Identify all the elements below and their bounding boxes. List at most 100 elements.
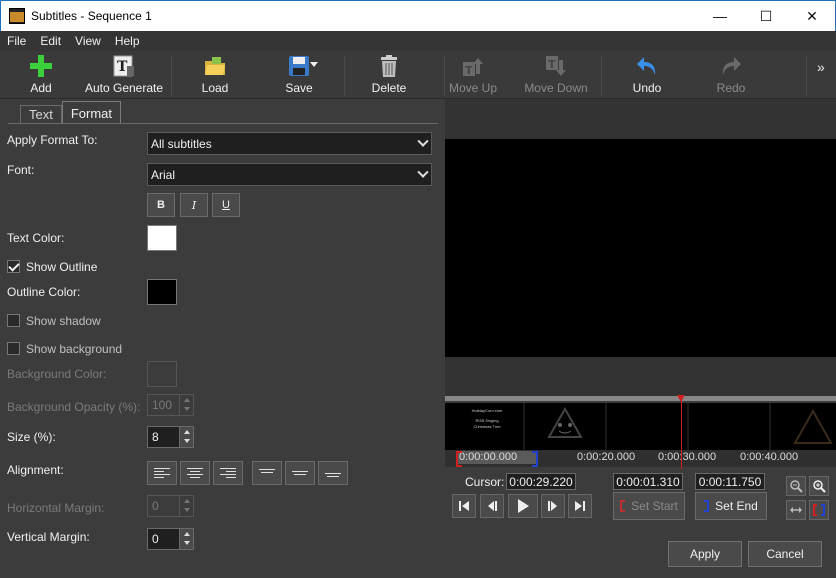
load-button[interactable]: Load: [196, 53, 234, 97]
svg-text:T: T: [465, 64, 473, 77]
menu-help[interactable]: Help: [108, 34, 147, 48]
cancel-button[interactable]: Cancel: [748, 541, 822, 567]
bold-button[interactable]: B: [147, 193, 175, 217]
thumbnail-strip[interactable]: HolidayCoro.com RGB Singing Christmas Tr…: [445, 403, 836, 450]
go-to-end-button[interactable]: [568, 494, 592, 518]
save-button[interactable]: Save: [280, 53, 318, 97]
auto-generate-button[interactable]: T Auto Generate: [84, 53, 164, 97]
alignment-label: Alignment:: [7, 463, 64, 477]
delete-button[interactable]: Delete: [370, 53, 408, 97]
zoom-fit-button[interactable]: [786, 500, 806, 520]
toolbar-separator: [444, 56, 445, 96]
background-opacity-spinner: 100: [147, 394, 194, 416]
zoom-out-button[interactable]: [786, 476, 806, 496]
ruler-label-start: 0:00:00.000: [459, 451, 518, 463]
folder-icon: [203, 54, 227, 78]
title-bar: Subtitles - Sequence 1 — ☐ ✕: [0, 0, 836, 31]
show-shadow-label: Show shadow: [26, 314, 101, 328]
tab-format[interactable]: Format: [61, 101, 122, 124]
vertical-margin-spinner[interactable]: 0: [147, 528, 194, 550]
end-time-field[interactable]: 0:00:11.750: [695, 473, 765, 490]
app-film-icon: [9, 8, 25, 24]
align-middle-button[interactable]: [285, 461, 315, 485]
move-down-button[interactable]: T Move Down: [522, 53, 590, 97]
playhead-handle[interactable]: [677, 395, 685, 402]
start-time-field[interactable]: 0:00:01.310: [613, 473, 683, 490]
playhead-line[interactable]: [681, 397, 682, 469]
undo-button[interactable]: Undo: [628, 53, 666, 97]
set-end-label: Set End: [715, 499, 758, 513]
spinner-arrows-icon: [179, 395, 193, 415]
size-spinner[interactable]: 8: [147, 426, 194, 448]
undo-label: Undo: [632, 81, 662, 95]
go-to-start-button[interactable]: [452, 494, 476, 518]
tab-text[interactable]: Text: [20, 105, 62, 123]
menu-view[interactable]: View: [68, 34, 108, 48]
underline-button[interactable]: U: [212, 193, 240, 217]
zoom-in-icon: [813, 480, 826, 493]
set-start-label: Set Start: [631, 499, 678, 513]
apply-format-to-label: Apply Format To:: [7, 133, 98, 147]
align-left-button[interactable]: [147, 461, 177, 485]
step-back-button[interactable]: [480, 494, 504, 518]
trash-can-icon: [377, 54, 401, 78]
show-shadow-checkbox[interactable]: [7, 314, 20, 327]
align-right-button[interactable]: [213, 461, 243, 485]
toolbar-overflow-icon[interactable]: »: [817, 59, 825, 75]
spinner-arrows-icon[interactable]: [179, 427, 193, 447]
redo-arrow-icon: [719, 54, 743, 78]
start-marker-bracket[interactable]: [456, 451, 462, 467]
spinner-arrows-icon[interactable]: [179, 529, 193, 549]
font-value: Arial: [151, 167, 176, 182]
video-letterbox-bottom: [445, 357, 836, 397]
thumbnail-frame: HolidayCoro.com RGB Singing Christmas Tr…: [445, 403, 525, 450]
thumb-title-line2: Christmas Tree: [473, 424, 501, 429]
skip-back-icon: [459, 501, 469, 511]
load-label: Load: [201, 81, 229, 95]
format-panel: Text Format Apply Format To: All subtitl…: [0, 99, 444, 578]
move-up-button[interactable]: T Move Up: [447, 53, 499, 97]
align-bottom-button[interactable]: [318, 461, 348, 485]
redo-label: Redo: [716, 81, 746, 95]
minimize-button[interactable]: —: [697, 1, 743, 31]
step-forward-button[interactable]: [541, 494, 565, 518]
end-marker-bracket[interactable]: [532, 451, 538, 467]
italic-button[interactable]: I: [180, 193, 208, 217]
apply-button[interactable]: Apply: [668, 541, 742, 567]
set-start-button[interactable]: Set Start: [613, 492, 685, 520]
maximize-button[interactable]: ☐: [743, 1, 789, 31]
zoom-selection-button[interactable]: [809, 500, 829, 520]
zoom-in-button[interactable]: [809, 476, 829, 496]
font-dropdown[interactable]: Arial: [147, 163, 432, 186]
move-up-icon: T: [461, 54, 485, 78]
save-dropdown-arrow-icon[interactable]: [310, 62, 318, 67]
show-outline-checkbox[interactable]: [7, 260, 20, 273]
font-label: Font:: [7, 163, 35, 177]
auto-generate-label: Auto Generate: [84, 81, 164, 95]
horizontal-margin-label: Horizontal Margin:: [7, 501, 105, 515]
align-center-button[interactable]: [180, 461, 210, 485]
menu-edit[interactable]: Edit: [33, 34, 68, 48]
show-background-checkbox[interactable]: [7, 342, 20, 355]
apply-format-to-value: All subtitles: [151, 136, 212, 151]
play-button[interactable]: [508, 494, 538, 518]
outline-color-swatch[interactable]: [147, 279, 177, 305]
menu-file[interactable]: File: [0, 34, 33, 48]
horizontal-margin-spinner: 0: [147, 495, 194, 517]
cursor-time-field[interactable]: 0:00:29.220: [506, 473, 576, 490]
set-end-button[interactable]: Set End: [695, 492, 767, 520]
align-top-button[interactable]: [252, 461, 282, 485]
show-outline-label: Show Outline: [26, 260, 98, 274]
add-button[interactable]: Add: [22, 53, 60, 97]
redo-button[interactable]: Redo: [712, 53, 750, 97]
text-color-swatch[interactable]: [147, 225, 177, 251]
video-letterbox-top: [445, 99, 836, 139]
tree-outline-icon: [793, 408, 833, 444]
time-ruler[interactable]: 0:00:00.000 0:00:20.000 0:00:30.000 0:00…: [445, 450, 836, 467]
toolbar-separator: [171, 56, 172, 96]
toolbar-separator: [806, 56, 807, 96]
play-icon: [518, 499, 529, 513]
timeline-track[interactable]: [445, 396, 836, 401]
apply-format-to-dropdown[interactable]: All subtitles: [147, 132, 432, 155]
close-button[interactable]: ✕: [789, 1, 835, 31]
